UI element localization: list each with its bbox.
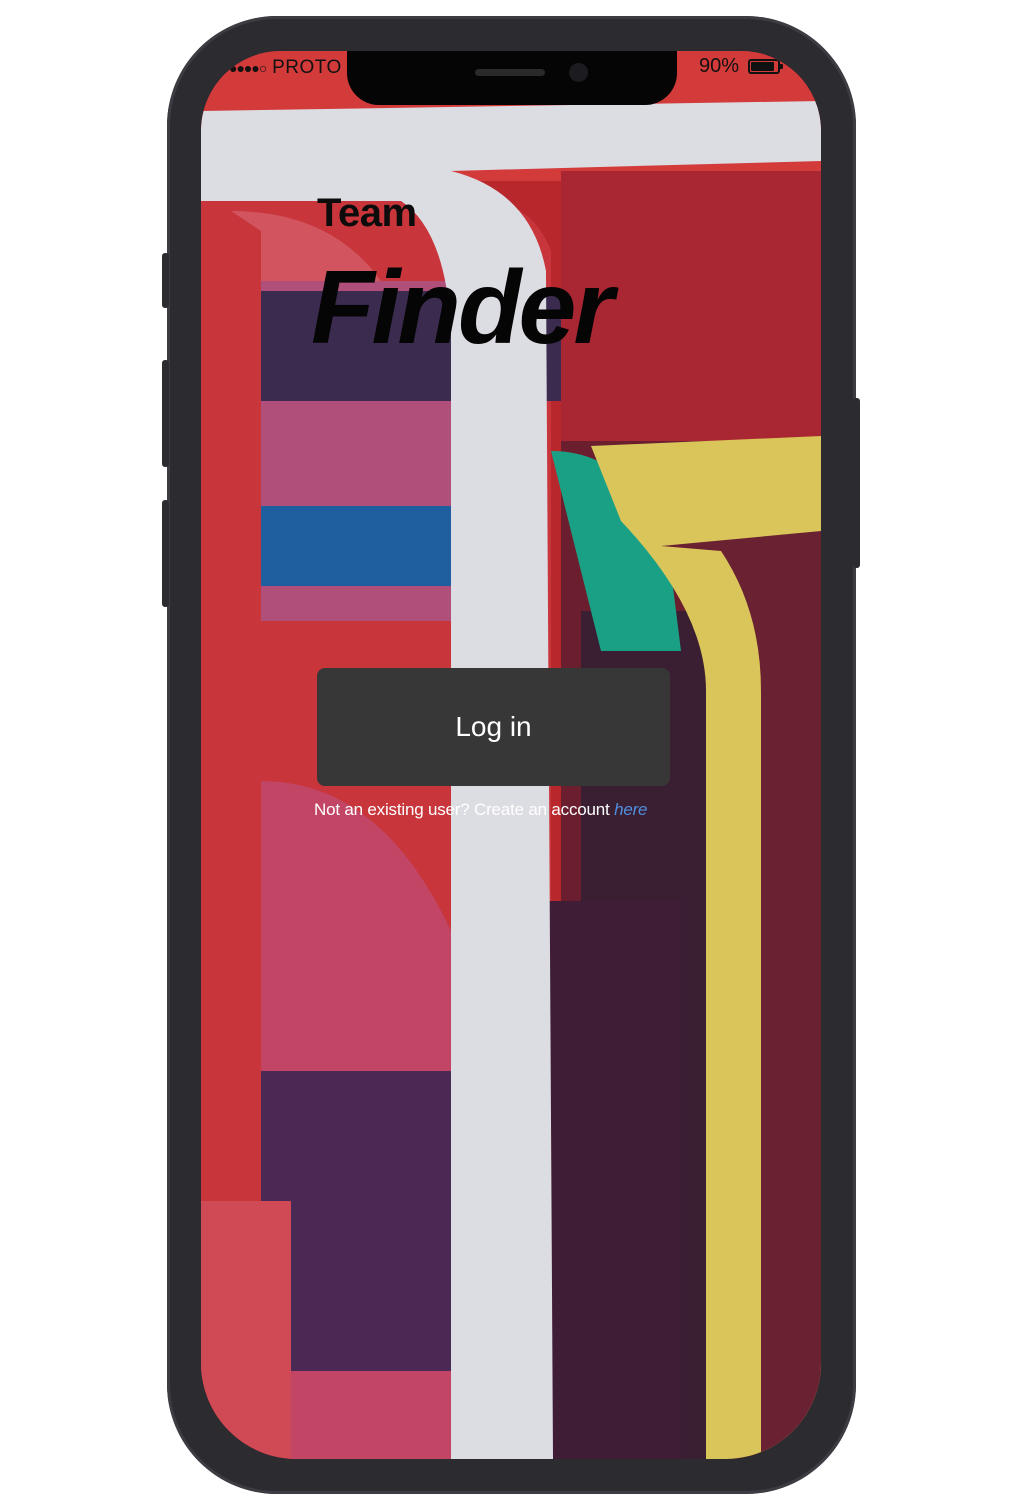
notch — [347, 51, 677, 105]
mute-switch — [162, 253, 169, 308]
status-right: 90% — [699, 55, 784, 78]
battery-icon — [748, 59, 784, 74]
battery-fill — [751, 62, 775, 71]
screen: ●●●●○ PROTO 90% Team Finder Log in Not a… — [201, 51, 821, 1459]
carrier-name: PROTO — [272, 57, 342, 78]
status-left: ●●●●○ PROTO — [229, 57, 342, 79]
signup-prompt: Not an existing user? Create an account … — [314, 800, 648, 820]
volume-down-button — [162, 500, 169, 607]
camera-icon — [569, 63, 588, 82]
volume-up-button — [162, 360, 169, 467]
signup-prompt-text: Not an existing user? Create an account — [314, 800, 615, 819]
signal-strength-icon: ●●●●○ — [229, 60, 267, 76]
power-button — [853, 398, 860, 568]
battery-percent: 90% — [699, 55, 740, 77]
login-button[interactable]: Log in — [317, 668, 670, 786]
app-title-team: Team — [317, 191, 417, 235]
signup-link[interactable]: here — [614, 800, 647, 819]
speaker-grille — [475, 69, 545, 76]
app-title-finder: Finder — [311, 250, 614, 366]
